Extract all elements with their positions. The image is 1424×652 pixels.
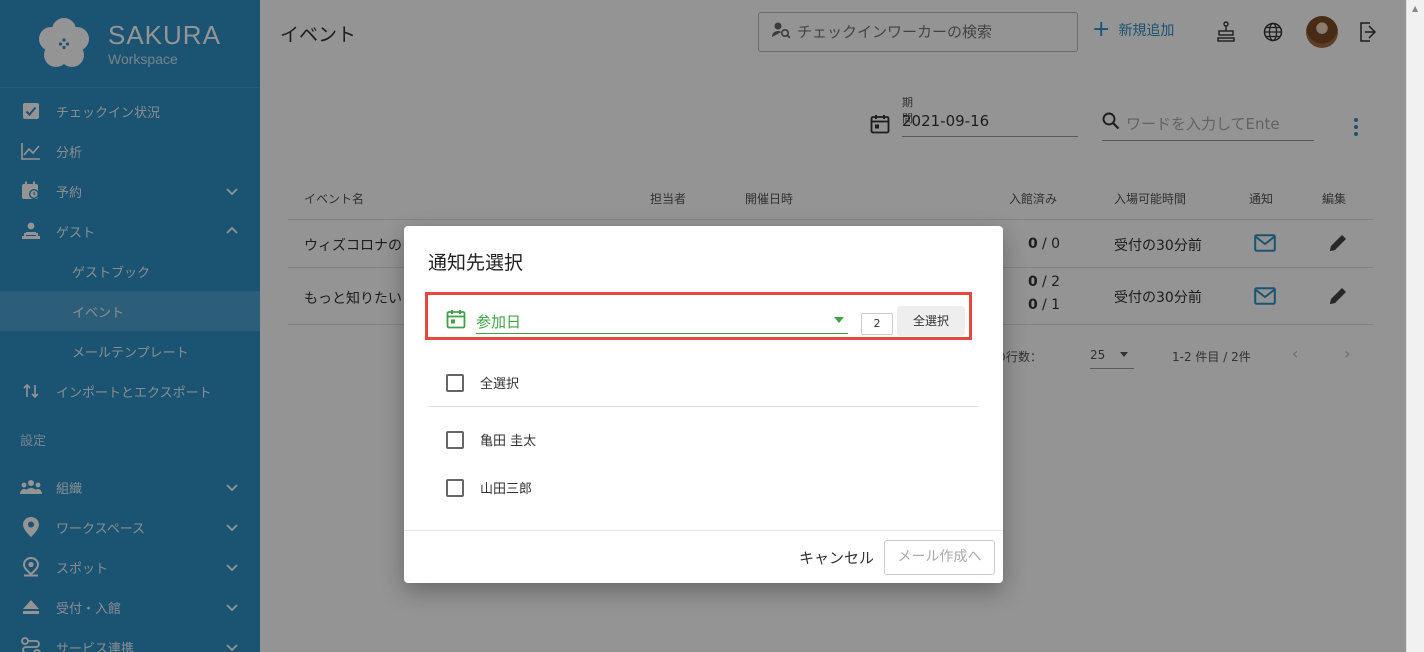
select-underline [476,333,848,334]
filter-select[interactable]: 参加日 [446,308,848,334]
select-all-checkbox[interactable] [446,373,464,392]
person-checkbox[interactable] [446,430,464,449]
notify-recipient-dialog: 通知先選択 参加日 2 全選択 全選択 亀田 圭太 山田三郎 キャンセル メール… [404,226,1003,583]
person-name: 山田三郎 [480,482,533,497]
cancel-button[interactable]: キャンセル [799,547,874,568]
compose-mail-button[interactable]: メール作成へ [884,540,995,575]
dialog-footer: キャンセル メール作成へ [404,530,1003,583]
calendar-today-icon [446,309,466,333]
select-all-checkbox-label: 全選択 [480,377,520,392]
person-checkbox-row[interactable]: 山田三郎 [446,478,532,497]
person-checkbox[interactable] [446,478,464,497]
select-all-button[interactable]: 全選択 [897,306,965,336]
count-badge: 2 [861,313,893,335]
scroll-up-arrow-icon[interactable]: ▲ [1412,4,1418,13]
filter-select-value: 参加日 [476,313,522,331]
page-scrollbar[interactable]: ▲ [1406,0,1424,652]
person-checkbox-row[interactable]: 亀田 圭太 [446,430,536,449]
divider [428,406,979,407]
caret-down-icon [834,317,844,323]
dialog-title: 通知先選択 [428,252,524,274]
select-all-checkbox-row[interactable]: 全選択 [446,373,519,392]
person-name: 亀田 圭太 [480,434,537,449]
